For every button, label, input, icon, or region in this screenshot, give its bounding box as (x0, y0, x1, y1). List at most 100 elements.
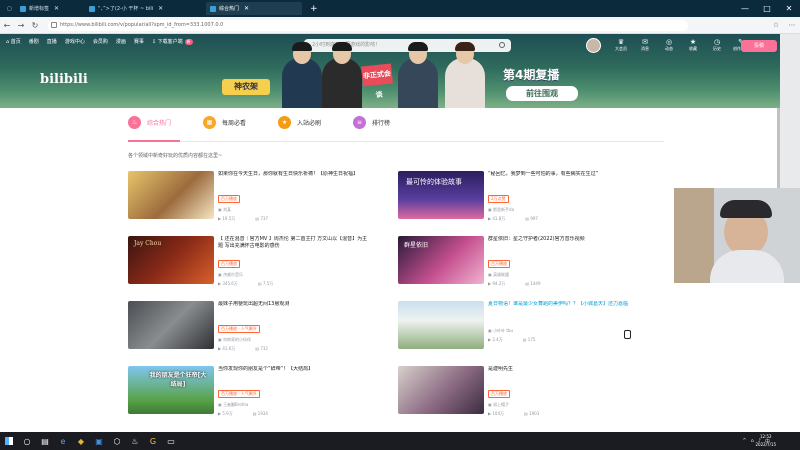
video-uploader[interactable]: ▣ 杰威尔音乐 (218, 272, 368, 278)
section-subtitle: 各个领域中新奇好玩的优质内容都在这里~ (128, 153, 223, 159)
video-uploader[interactable]: ▣ 英雄联盟 (488, 272, 638, 278)
video-uploader[interactable]: ▣ 王者翻Brotha (218, 402, 368, 408)
video-card[interactable]: 群星依旧 群星依旧：星之守护者(2022)官方音乐视频 百万播放 ▣ 英雄联盟 … (398, 236, 638, 298)
start-button[interactable] (0, 432, 18, 450)
app-icon[interactable]: ◆ (72, 432, 90, 450)
tab-favicon-icon (210, 5, 216, 12)
browser-tab-1[interactable]: 新增标签 ✕ (16, 2, 82, 15)
video-thumbnail[interactable] (128, 301, 214, 349)
avatar[interactable] (586, 38, 601, 53)
video-thumbnail[interactable]: 我的朋友是个狂帝[大结局] (128, 366, 214, 414)
video-uploader[interactable]: ▣ 斯里新手da (488, 207, 638, 213)
app-icon[interactable]: ▭ (162, 432, 180, 450)
video-uploader[interactable]: ▣ 小叶叶 tbu (488, 328, 638, 334)
tab-must-watch[interactable]: ★ 入站必刷 (278, 116, 321, 129)
go-watch-button[interactable]: 前往围观 (506, 86, 578, 101)
steam-icon[interactable]: ♨ (126, 432, 144, 450)
maximize-button[interactable]: □ (756, 0, 778, 17)
view-count: 41.8万 (492, 216, 506, 221)
nav-anime[interactable]: 番剧 (29, 38, 39, 45)
tab-close-icon[interactable]: ✕ (54, 5, 59, 12)
tab-divider (128, 141, 664, 142)
favorites-button[interactable]: ★ 收藏 (684, 38, 702, 52)
video-title[interactable]: “秘回忆，我梦到一些可怕的事，有些病实在生过” (488, 171, 638, 185)
task-view-icon[interactable]: ▤ (36, 432, 54, 450)
video-title[interactable]: 【 还在混音｜官方MV 】周杰伦 第二首主打 方文山以【混音】为主题 写出充满怀… (218, 236, 368, 250)
nav-game-center[interactable]: 游戏中心 (65, 38, 85, 45)
video-uploader[interactable]: ▣ 刘某 (218, 207, 368, 213)
close-window-button[interactable]: ✕ (778, 0, 800, 17)
upload-button[interactable]: 投稿 (741, 40, 777, 52)
video-title[interactable]: 最妹子用梗玩出超无间13悬观测 (218, 301, 368, 315)
nav-live[interactable]: 直播 (47, 38, 57, 45)
banner-person (398, 42, 438, 108)
nav-home[interactable]: ⌂ 首页 (6, 38, 21, 46)
browser-tab-3[interactable]: 综合热门 ✕ (206, 2, 302, 15)
nav-manga[interactable]: 漫画 (116, 38, 126, 45)
search-icon[interactable] (499, 42, 505, 48)
back-button[interactable]: ← (0, 21, 14, 30)
tray-expand-icon[interactable]: ^ (742, 438, 746, 444)
tab-weekly[interactable]: ▦ 每周必看 (203, 116, 246, 129)
video-card[interactable]: Jay Chou 【 还在混音｜官方MV 】周杰伦 第二首主打 方文山以【混音】… (128, 236, 368, 298)
danmaku-count: 997 (530, 216, 538, 221)
video-thumbnail[interactable]: 最可怜的体验故事 (398, 171, 484, 219)
video-card[interactable]: 夏日物语！谁是最少女舞蹈的美伊吗？？【小城葛天】还力嘉临 ▣ 小叶叶 tbu ▶… (398, 301, 638, 363)
video-thumbnail[interactable]: Jay Chou (128, 236, 214, 284)
search-icon[interactable]: ○ (18, 432, 36, 450)
danmaku-count: 175 (527, 337, 536, 342)
video-thumbnail[interactable] (398, 366, 484, 414)
messages-button[interactable]: ✉ 消息 (636, 38, 654, 52)
app-icon[interactable]: ▣ (90, 432, 108, 450)
video-uploader[interactable]: ▣ 如上帽子 (488, 402, 638, 408)
taskbar: ○ ▤ e ◆ ▣ ⬡ ♨ G ▭ ^ ⌂ ♪ 中 12:52 2022/7/1… (0, 432, 800, 450)
app-icon[interactable]: ⬡ (108, 432, 126, 450)
browser-tab-2[interactable]: “、”>了(2-小 干杯 ~ bili ✕ (85, 2, 203, 15)
tab-close-icon[interactable]: ✕ (244, 5, 249, 12)
video-thumbnail[interactable] (398, 301, 484, 349)
vip-button[interactable]: ♛ 大会员 (612, 38, 630, 52)
video-card[interactable]: 我的朋友是个狂帝[大结局] 当你发现你的朋友是个”辞帝“！【大结局】 百万播放 … (128, 366, 368, 428)
video-card[interactable]: 最妹子用梗玩出超无间13悬观测 百万播放 · 人气飙升 ▣ 何帅家的小伙伴 ▶ … (128, 301, 368, 363)
video-card[interactable]: 最可怜的体验故事 “秘回忆，我梦到一些可怕的事，有些病实在生过” 2万点赞 ▣ … (398, 171, 638, 233)
webcam-overlay (674, 188, 800, 283)
minimize-button[interactable]: — (734, 0, 756, 17)
tab-ranking[interactable]: ≡ 排行榜 (353, 116, 390, 129)
favorite-icon[interactable]: ☆ (768, 21, 784, 29)
nav-download[interactable]: ⇩ 下载客户端新 (152, 38, 193, 45)
nav-match[interactable]: 赛事 (134, 38, 144, 45)
popular-tabs: ♨ 综合热门 ▦ 每周必看 ★ 入站必刷 ≡ 排行榜 (128, 116, 422, 129)
tab-close-icon[interactable]: ✕ (158, 5, 163, 12)
nav-mall[interactable]: 会员购 (93, 38, 108, 45)
video-title[interactable]: 当你发现你的朋友是个”辞帝“！【大结局】 (218, 366, 368, 380)
video-card[interactable]: 如果你在今天生日，那你就有生日快乐祈祷！【原神生日祝福】 百万播放 ▣ 刘某 ▶… (128, 171, 368, 233)
lock-icon (51, 21, 57, 28)
uploader-name: 如上帽子 (493, 402, 510, 407)
forward-button[interactable]: → (14, 21, 28, 30)
video-title[interactable]: 是建明先生 (488, 366, 638, 380)
video-thumbnail[interactable] (128, 171, 214, 219)
tab-popular[interactable]: ♨ 综合热门 (128, 116, 171, 129)
new-tab-button[interactable]: + (305, 2, 323, 15)
clock[interactable]: 12:52 2022/7/15 (755, 433, 776, 449)
url-field[interactable]: https://www.bilibili.com/v/popular/all?s… (48, 19, 688, 31)
network-icon[interactable]: ⌂ (751, 438, 754, 444)
video-title[interactable]: 如果你在今天生日，那你就有生日快乐祈祷！【原神生日祝福】 (218, 171, 368, 185)
video-thumbnail[interactable]: 群星依旧 (398, 236, 484, 284)
browser-tab-bar: ▢ 新增标签 ✕ “、”>了(2-小 干杯 ~ bili ✕ 综合热门 ✕ + — □… (0, 0, 800, 17)
reload-button[interactable]: ↻ (28, 21, 42, 30)
danmaku-count: 732 (260, 346, 268, 351)
clock-icon: ◷ (713, 38, 721, 46)
history-button[interactable]: ◷ 历史 (708, 38, 726, 52)
scrollbar[interactable] (777, 108, 780, 188)
video-title[interactable]: 群星依旧：星之守护者(2022)官方音乐视频 (488, 236, 638, 250)
video-title[interactable]: 夏日物语！谁是最少女舞蹈的美伊吗？？【小城葛天】还力嘉临 (488, 301, 638, 315)
video-uploader[interactable]: ▣ 何帅家的小伙伴 (218, 337, 368, 343)
app-icon[interactable]: G (144, 432, 162, 450)
window-menu-icon[interactable]: ▢ (3, 2, 13, 15)
dynamics-button[interactable]: ◎ 动态 (660, 38, 678, 52)
bilibili-logo[interactable]: bilibili (40, 72, 88, 87)
edge-icon[interactable]: e (54, 432, 72, 450)
video-card[interactable]: 是建明先生 百万播放 ▣ 如上帽子 ▶ 104万 ▤ 1903 (398, 366, 638, 428)
more-menu-icon[interactable]: ⋯ (784, 21, 800, 29)
